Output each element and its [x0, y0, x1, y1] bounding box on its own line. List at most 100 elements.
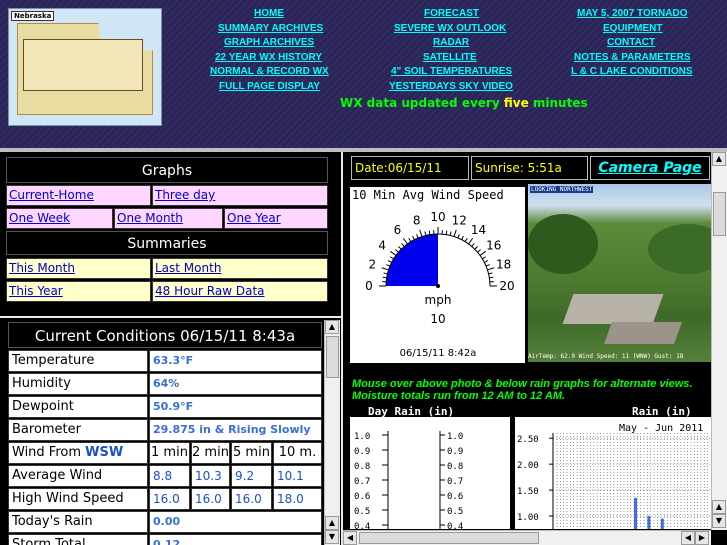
temperature-value: 63.3°F	[149, 350, 322, 372]
nav-notes-parameters[interactable]: NOTES & PARAMETERS	[574, 52, 691, 63]
link-current-home[interactable]: Current-Home	[6, 185, 151, 206]
nebraska-map-image[interactable]: Nebraska	[8, 8, 162, 126]
day-rain-tick-label: 0.9	[447, 447, 463, 457]
wind-col-2min: 2 min	[191, 442, 230, 464]
day-rain-tick-label: 0.9	[354, 447, 370, 457]
link-one-week[interactable]: One Week	[6, 208, 113, 229]
wind-gauge-tick	[408, 237, 412, 242]
nav-lake-conditions[interactable]: L & C LAKE CONDITIONS	[571, 66, 692, 77]
wind-gauge-tick-label: 14	[471, 223, 486, 237]
rain-bar	[634, 497, 637, 529]
link-one-year[interactable]: One Year	[224, 208, 328, 229]
wind-gauge-tick	[457, 234, 460, 239]
wind-gauge-tick	[389, 250, 397, 256]
wind-gauge-title: 10 Min Avg Wind Speed	[352, 188, 504, 202]
day-rain-chart[interactable]: 1.0 1.0 0.9 0.9 0.8 0.8 0.7 0.7 0.6 0.6 0.5 0.5 0.4 0…	[350, 417, 510, 545]
nav-home[interactable]: HOME	[254, 8, 284, 19]
avg-wind-1min: 8.8	[149, 465, 190, 487]
nav-full-page[interactable]: FULL PAGE DISPLAY	[219, 81, 320, 92]
webcam-photo[interactable]: LOOKING NORTHWEST AirTemp: 62.9 Wind Spe…	[528, 184, 714, 362]
conditions-scrollbar[interactable]: ▲ ▲ ▼	[324, 320, 340, 545]
temperature-label: Temperature	[8, 350, 148, 372]
nav-radar[interactable]: RADAR	[433, 37, 469, 48]
scroll-left-arrow-icon[interactable]: ◀	[343, 531, 357, 545]
scroll-up-arrow-icon[interactable]: ▲	[325, 320, 339, 334]
summaries-header: Summaries	[6, 231, 328, 255]
wind-gauge-tick	[487, 267, 495, 271]
wind-gauge-tick	[474, 246, 478, 250]
link-three-day[interactable]: Three day	[152, 185, 328, 206]
wind-gauge-tick	[482, 256, 487, 260]
scroll-thumb-3[interactable]	[359, 532, 539, 544]
high-wind-label: High Wind Speed	[8, 488, 148, 510]
wind-gauge-tick-label: 12	[452, 213, 467, 227]
wind-gauge-tick	[471, 243, 475, 247]
nav-severe-outlook[interactable]: SEVERE WX OUTLOOK	[394, 23, 506, 34]
scroll-up-arrow-icon-2[interactable]: ▲	[325, 516, 339, 530]
update-notice-pre: WX data updated every	[340, 96, 504, 110]
humidity-label: Humidity	[8, 373, 148, 395]
scroll-right-arrow-icon[interactable]: ▶	[695, 531, 709, 545]
wind-gauge-tick	[412, 235, 415, 240]
wind-gauge-tick	[453, 229, 457, 237]
nav-equipment[interactable]: EQUIPMENT	[603, 23, 662, 34]
wind-gauge-tick	[461, 235, 464, 240]
nav-forecast[interactable]: FORECAST	[424, 8, 479, 19]
sunrise-display: Sunrise: 5:51a	[471, 156, 588, 180]
scroll-down-arrow-icon[interactable]: ▼	[325, 530, 339, 544]
avg-wind-10min: 10.1	[273, 465, 322, 487]
wind-gauge-tick-label: 2	[369, 258, 377, 272]
day-rain-tick-label: 0.6	[447, 492, 463, 502]
rain-chart-tick-label: 2.00	[517, 461, 539, 471]
rain-chart-tick-label: 1.00	[517, 513, 539, 523]
wind-gauge-tick	[389, 256, 394, 260]
high-wind-10min: 18.0	[273, 488, 322, 510]
nav-soil-temperatures[interactable]: 4" SOIL TEMPERATURES	[391, 66, 512, 77]
link-one-month[interactable]: One Month	[114, 208, 223, 229]
wind-gauge-tick	[402, 237, 408, 245]
scroll-thumb-2[interactable]	[713, 192, 726, 236]
wind-gauge-tick	[464, 237, 468, 242]
nav-graph-archives[interactable]: GRAPH ARCHIVES	[224, 37, 314, 48]
rain-chart[interactable]: May - Jun 2011 2.50 2.00 1.50 1.00	[515, 417, 714, 529]
camera-page-link[interactable]: Camera Page	[590, 156, 710, 180]
scroll-down-arrow-icon-2[interactable]: ▼	[712, 514, 726, 528]
scroll-left-arrow-icon-2[interactable]: ◀	[681, 531, 695, 545]
wind-gauge-tick	[419, 229, 423, 237]
wind-gauge-tick	[401, 243, 405, 247]
nav-normal-record[interactable]: NORMAL & RECORD WX	[210, 66, 329, 77]
day-rain-tick-label: 1.0	[447, 432, 463, 442]
day-rain-tick-label: 0.5	[354, 507, 370, 517]
scroll-up-arrow-icon-4[interactable]: ▲	[712, 500, 726, 514]
map-label: Nebraska	[11, 11, 55, 21]
avg-wind-5min: 9.2	[231, 465, 272, 487]
wind-gauge-tick	[484, 260, 489, 263]
link-this-month[interactable]: This Month	[6, 258, 151, 279]
nav-summary-archives[interactable]: SUMMARY ARCHIVES	[218, 23, 323, 34]
scroll-thumb[interactable]	[326, 336, 339, 378]
link-this-year[interactable]: This Year	[6, 281, 151, 302]
nav-tornado[interactable]: MAY 5, 2007 TORNADO	[577, 8, 687, 19]
scroll-up-arrow-icon-3[interactable]: ▲	[712, 152, 726, 166]
wind-gauge-tick	[398, 246, 402, 250]
nav-sky-video[interactable]: YESTERDAYS SKY VIDEO	[389, 81, 513, 92]
map-state-outline	[23, 39, 143, 91]
wind-gauge-tick-label: 10	[430, 210, 445, 224]
current-conditions-title: Current Conditions 06/15/11 8:43a	[8, 322, 322, 348]
weather-vertical-scrollbar[interactable]: ▲ ▲ ▼	[711, 152, 727, 530]
weather-horizontal-scrollbar[interactable]: ◀ ◀ ▶	[343, 530, 711, 545]
wind-col-1min: 1 min	[149, 442, 190, 464]
day-rain-tick-label: 0.7	[447, 477, 463, 487]
nav-22-year-history[interactable]: 22 YEAR WX HISTORY	[215, 52, 322, 63]
wind-gauge-fill	[386, 234, 438, 286]
link-last-month[interactable]: Last Month	[152, 258, 328, 279]
wind-from-text: Wind From	[12, 445, 86, 460]
wind-gauge-tick	[445, 230, 448, 235]
nav-contact[interactable]: CONTACT	[607, 37, 655, 48]
storm-total-value: 0.12	[149, 534, 322, 545]
link-48-hour-raw[interactable]: 48 Hour Raw Data	[152, 281, 328, 302]
nav-satellite[interactable]: SATELLITE	[423, 52, 477, 63]
day-rain-tick-label: 0.5	[447, 507, 463, 517]
rain-chart-tick-label: 1.50	[517, 487, 539, 497]
wind-direction: WSW	[85, 445, 124, 460]
